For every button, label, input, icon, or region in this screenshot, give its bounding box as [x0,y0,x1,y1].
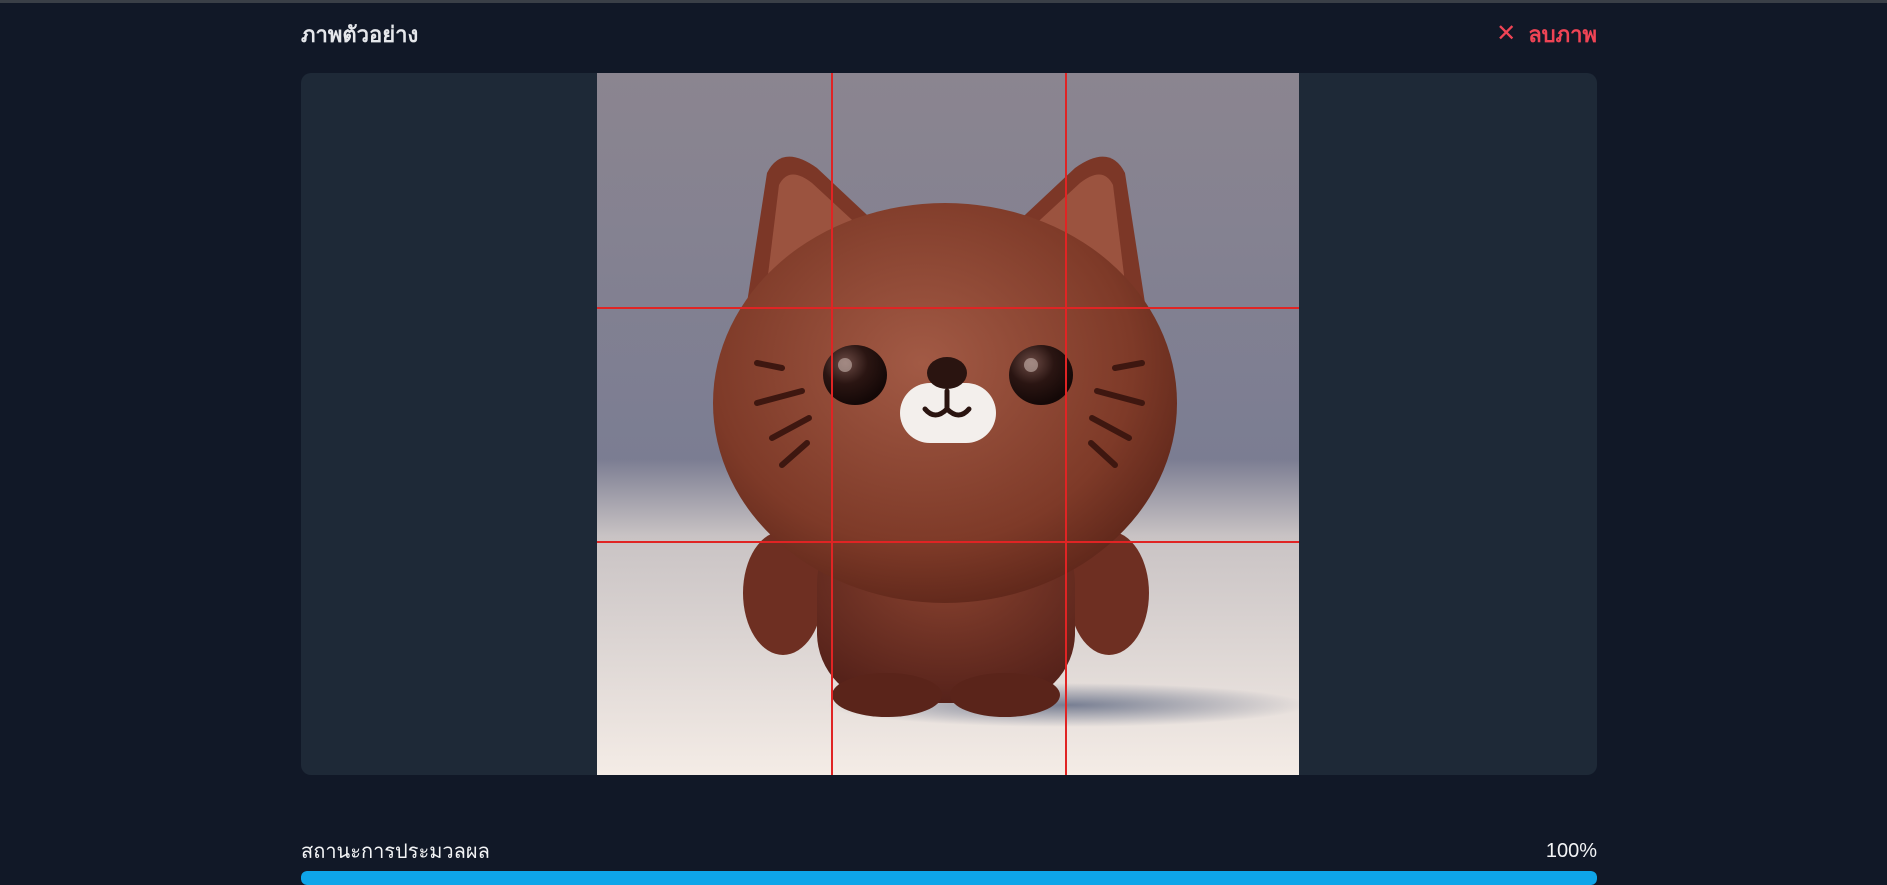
preview-image [597,73,1299,775]
image-preview-panel [301,73,1597,775]
grid-line-vertical-2 [1065,73,1067,775]
remove-image-button[interactable]: ✕ ลบภาพ [1496,17,1597,52]
processing-status: สถานะการประมวลผล 100% [301,836,1597,866]
cat-figurine-image [597,73,1299,775]
close-icon: ✕ [1496,20,1517,47]
progress-bar-fill [301,871,1597,885]
page-title: ภาพตัวอย่าง [301,21,419,47]
status-percent: 100% [1545,839,1597,862]
remove-image-label: ลบภาพ [1528,21,1597,47]
grid-line-horizontal-1 [597,307,1299,309]
grid-line-horizontal-2 [597,541,1299,543]
status-label: สถานะการประมวลผล [301,841,490,863]
window-top-border [0,0,1887,3]
progress-bar [301,871,1597,885]
preview-header: ภาพตัวอย่าง ✕ ลบภาพ [301,16,1597,52]
grid-line-vertical-1 [831,73,833,775]
